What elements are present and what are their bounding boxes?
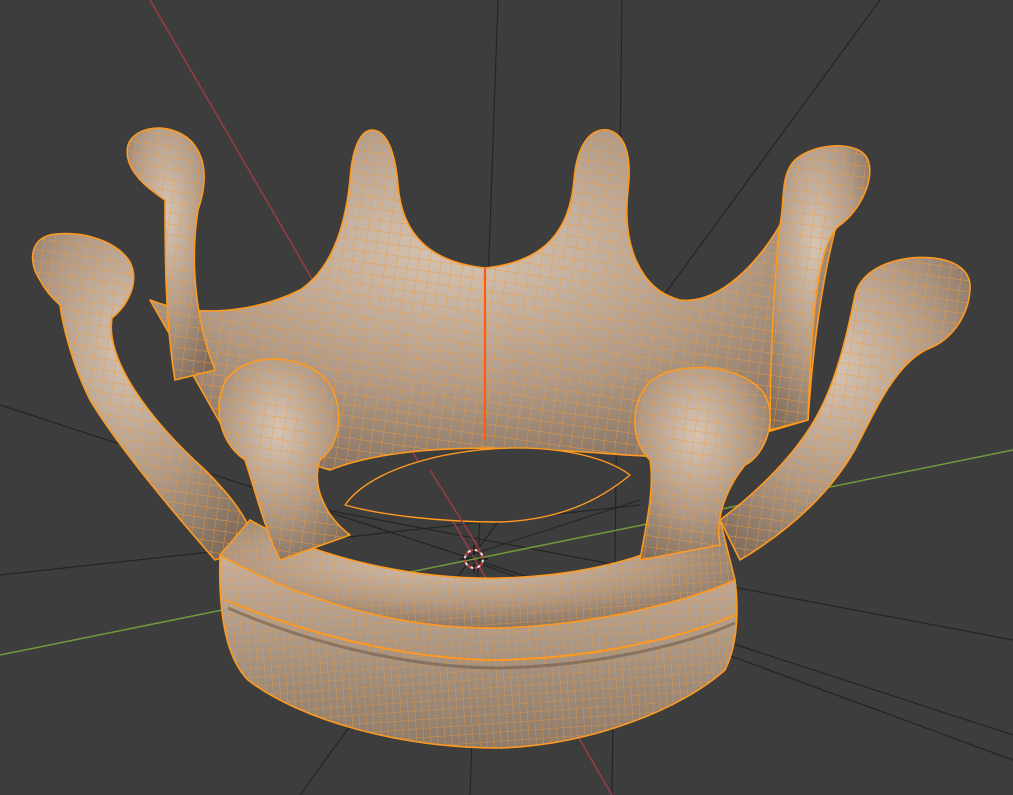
viewport-canvas[interactable] <box>0 0 1013 795</box>
3d-viewport[interactable] <box>0 0 1013 795</box>
